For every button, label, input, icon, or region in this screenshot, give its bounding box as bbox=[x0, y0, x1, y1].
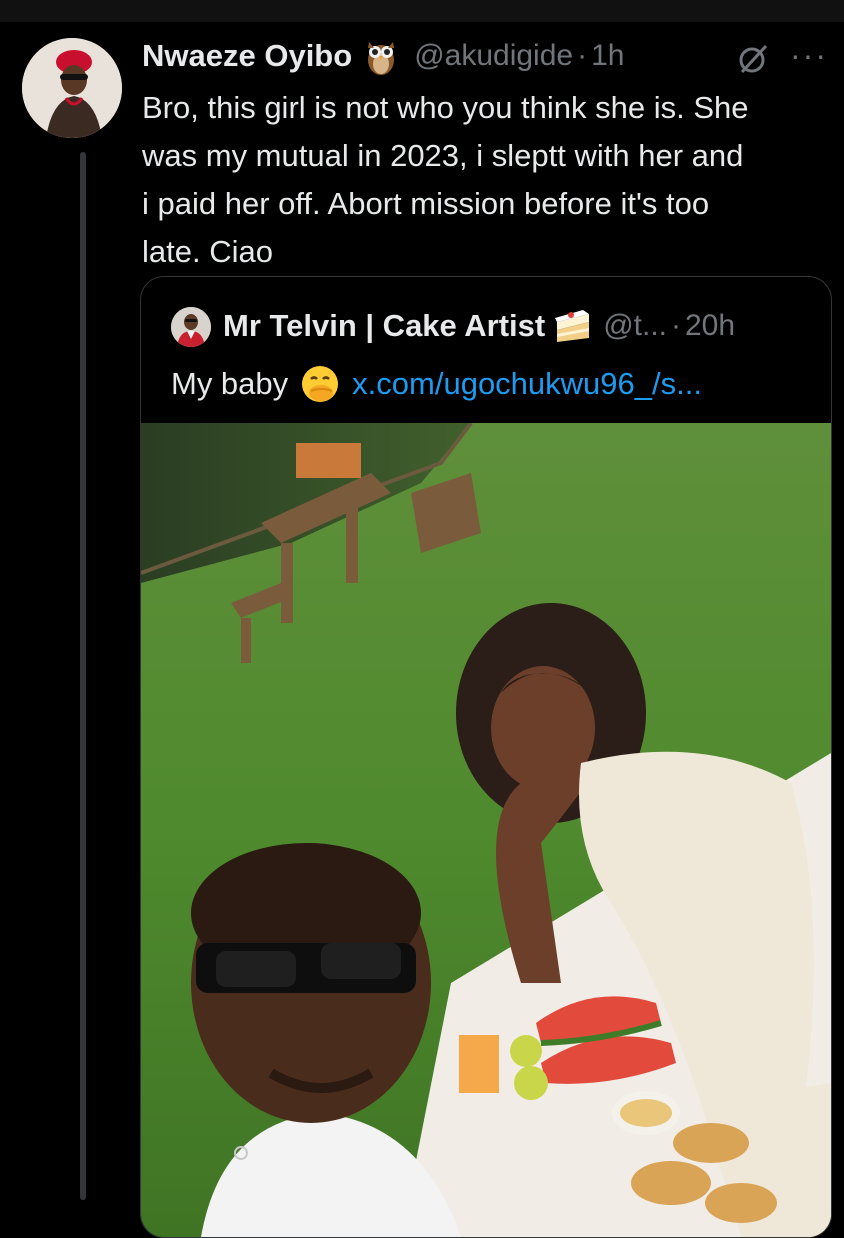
author-handle[interactable]: @akudigide bbox=[414, 39, 573, 73]
cake-icon bbox=[555, 310, 590, 342]
separator: · bbox=[671, 309, 681, 342]
tweet-text-line: Bro, this girl is not who you think she … bbox=[142, 90, 749, 125]
quoted-tweet[interactable]: Mr Telvin | Cake Artist @t... · 20h My b… bbox=[140, 276, 832, 1238]
quoted-body: My baby bbox=[171, 366, 289, 401]
grok-icon[interactable] bbox=[736, 42, 770, 76]
thread-line bbox=[80, 152, 86, 1200]
tweet-text: Bro, this girl is not who you think she … bbox=[142, 84, 832, 276]
quoted-avatar[interactable] bbox=[171, 307, 211, 347]
tweet-text-line: i paid her off. Abort mission before it'… bbox=[142, 186, 710, 221]
status-bar bbox=[0, 0, 844, 22]
author-name[interactable]: Nwaeze Oyibo bbox=[142, 38, 352, 74]
tweet-text-line: was my mutual in 2023, i sleptt with her… bbox=[142, 138, 744, 173]
quoted-link[interactable]: x.com/ugochukwu96_/s... bbox=[352, 366, 702, 402]
quoted-photo[interactable] bbox=[141, 423, 831, 1237]
face-with-hand-over-mouth-icon bbox=[302, 366, 339, 402]
more-options-icon[interactable]: ··· bbox=[790, 38, 834, 72]
timestamp[interactable]: 1h bbox=[591, 39, 624, 73]
quoted-header: Mr Telvin | Cake Artist @t... · 20h bbox=[223, 303, 823, 349]
quoted-timestamp[interactable]: 20h bbox=[685, 309, 735, 343]
tweet-header: Nwaeze Oyibo @akudigide · 1h bbox=[142, 34, 832, 78]
quoted-author-name[interactable]: Mr Telvin | Cake Artist bbox=[223, 308, 545, 344]
table-items bbox=[296, 443, 361, 478]
quoted-handle[interactable]: @t... bbox=[603, 309, 667, 343]
quoted-avatar-image bbox=[171, 307, 211, 347]
quoted-text: My baby x.com/ugochukwu96_/s... bbox=[171, 361, 821, 407]
avatar[interactable] bbox=[22, 38, 122, 138]
avatar-image bbox=[22, 38, 122, 138]
tweet-text-line: late. Ciao bbox=[142, 234, 273, 269]
separator: · bbox=[577, 39, 588, 72]
owl-icon bbox=[368, 42, 395, 75]
